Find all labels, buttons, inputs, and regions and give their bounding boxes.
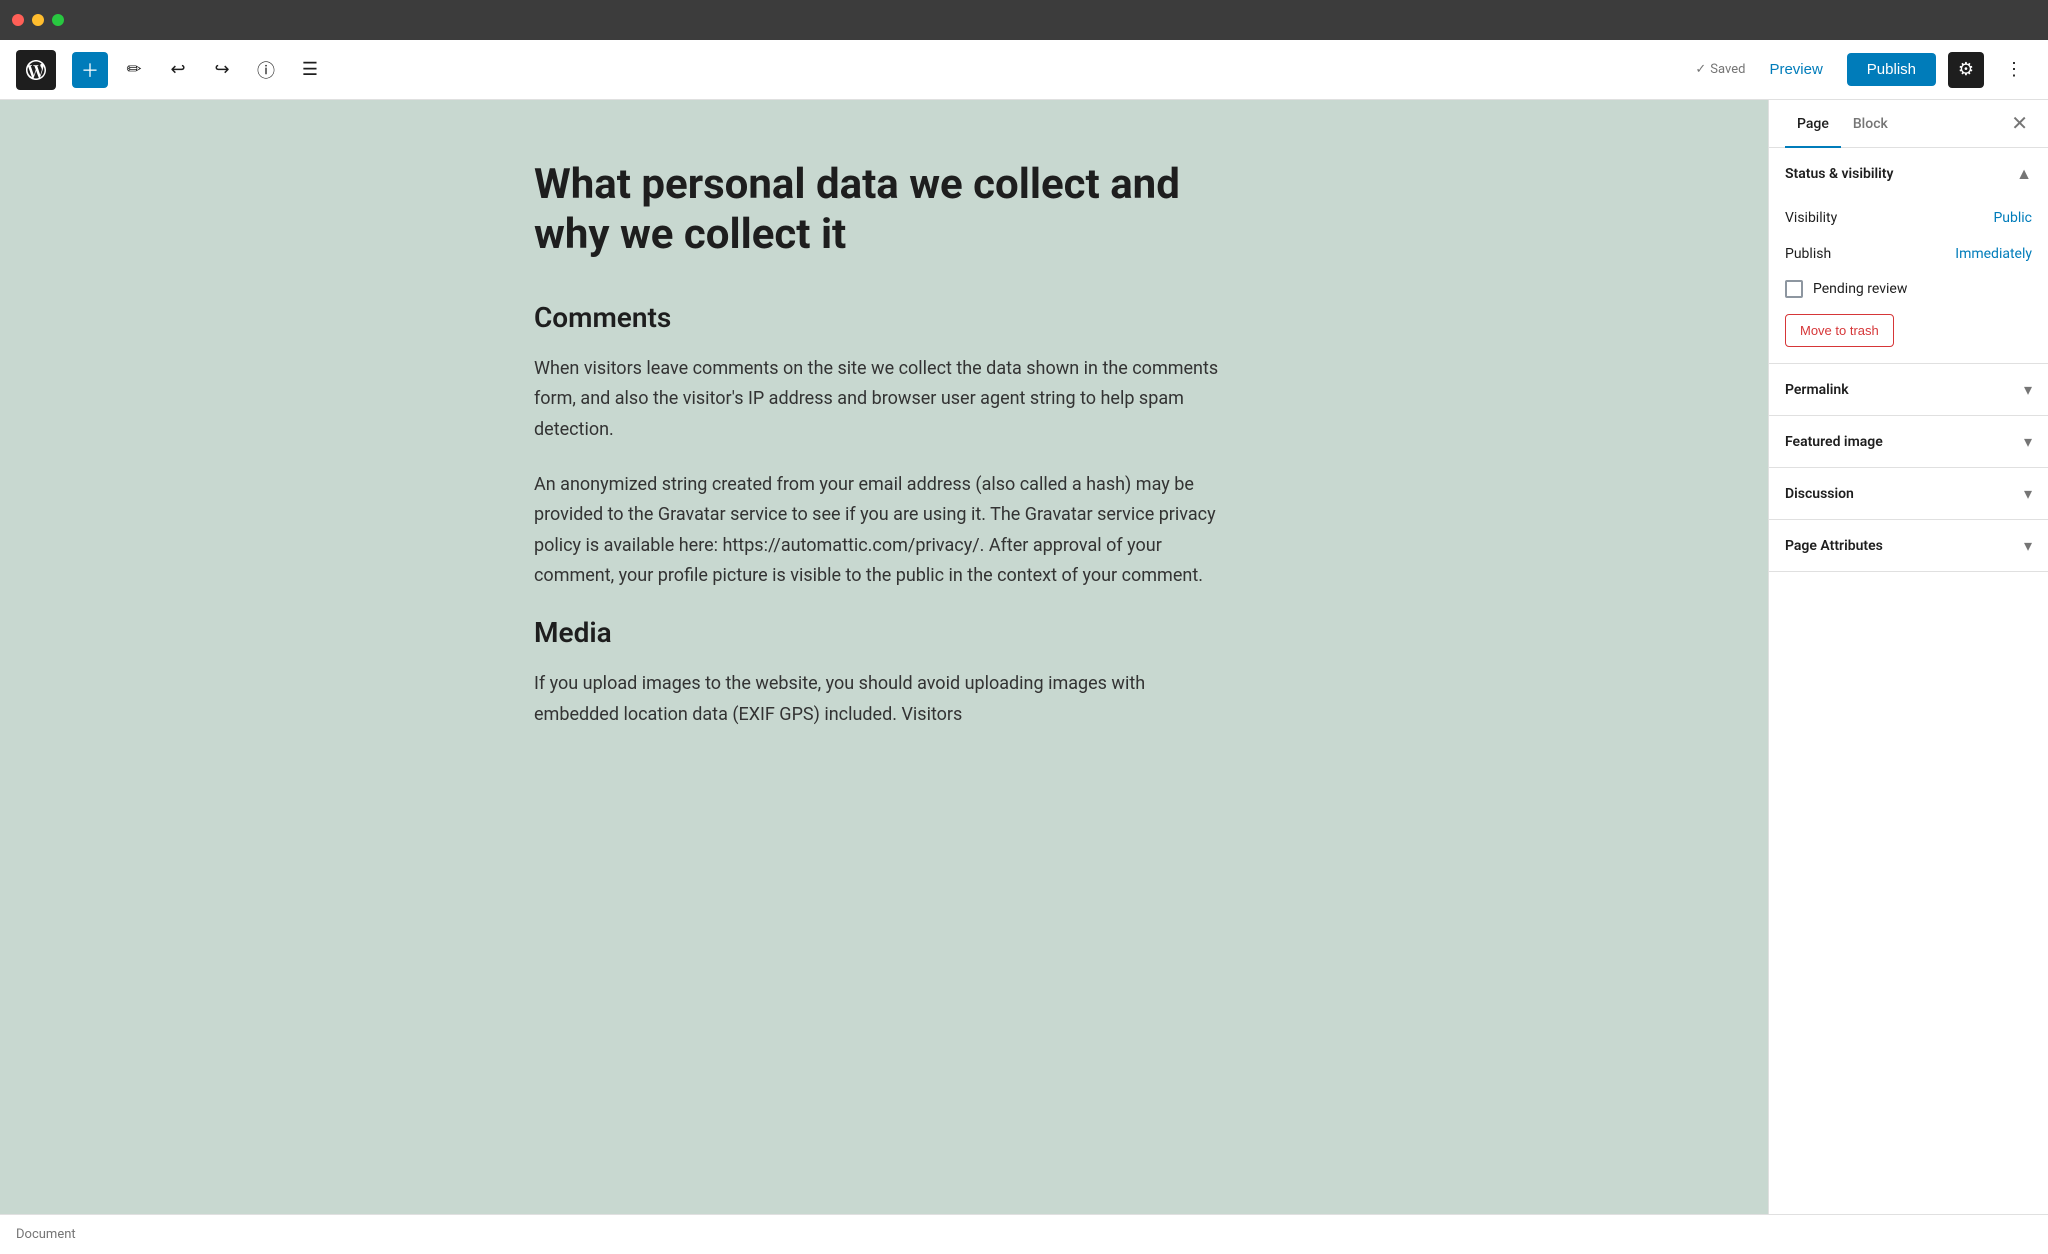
panel-permalink-title: Permalink xyxy=(1785,382,1849,398)
preview-button[interactable]: Preview xyxy=(1757,55,1834,84)
post-title[interactable]: What personal data we collect and why we… xyxy=(534,160,1234,261)
redo-icon: ↪ xyxy=(214,59,229,80)
sidebar-tabs: Page Block ✕ xyxy=(1769,100,2048,148)
visibility-row: Visibility Public xyxy=(1785,200,2032,236)
chevron-down-icon-permalink: ▾ xyxy=(2024,380,2032,399)
chevron-down-icon-attributes: ▾ xyxy=(2024,536,2032,555)
panel-page-attributes: Page Attributes ▾ xyxy=(1769,520,2048,572)
saved-indicator: ✓ Saved xyxy=(1695,62,1745,77)
panel-featured-image: Featured image ▾ xyxy=(1769,416,2048,468)
info-icon: ⓘ xyxy=(257,57,275,83)
paragraph-comments-2[interactable]: An anonymized string created from your e… xyxy=(534,470,1234,592)
status-label: Document xyxy=(16,1227,76,1242)
publish-label: Publish xyxy=(1785,246,1831,262)
panel-status-visibility-header[interactable]: Status & visibility ▲ xyxy=(1769,148,2048,200)
panel-featured-image-header[interactable]: Featured image ▾ xyxy=(1769,416,2048,467)
chevron-down-icon-featured: ▾ xyxy=(2024,432,2032,451)
section-heading-media[interactable]: Media xyxy=(534,616,1234,649)
panel-permalink: Permalink ▾ xyxy=(1769,364,2048,416)
visibility-label: Visibility xyxy=(1785,210,1837,226)
saved-text: Saved xyxy=(1710,62,1745,77)
paragraph-comments-1[interactable]: When visitors leave comments on the site… xyxy=(534,354,1234,446)
pencil-icon: ✏ xyxy=(126,59,141,80)
section-heading-comments[interactable]: Comments xyxy=(534,301,1234,334)
settings-button[interactable]: ⚙ xyxy=(1948,52,1984,88)
panel-status-visibility-body: Visibility Public Publish Immediately Pe… xyxy=(1769,200,2048,363)
paragraph-media-1[interactable]: If you upload images to the website, you… xyxy=(534,669,1234,730)
panel-page-attributes-header[interactable]: Page Attributes ▾ xyxy=(1769,520,2048,571)
editor-area[interactable]: What personal data we collect and why we… xyxy=(0,100,1768,1214)
redo-button[interactable]: ↪ xyxy=(204,52,240,88)
more-options-button[interactable]: ⋮ xyxy=(1996,52,2032,88)
panel-discussion: Discussion ▾ xyxy=(1769,468,2048,520)
status-bar: Document xyxy=(0,1214,2048,1254)
undo-button[interactable]: ↩ xyxy=(160,52,196,88)
add-block-button[interactable]: ＋ xyxy=(72,52,108,88)
close-button[interactable] xyxy=(12,14,24,26)
info-button[interactable]: ⓘ xyxy=(248,52,284,88)
pending-review-row: Pending review xyxy=(1785,272,2032,306)
tab-page[interactable]: Page xyxy=(1785,100,1841,148)
panel-page-attributes-title: Page Attributes xyxy=(1785,538,1883,554)
panel-permalink-header[interactable]: Permalink ▾ xyxy=(1769,364,2048,415)
publish-value[interactable]: Immediately xyxy=(1955,246,2032,262)
list-icon: ☰ xyxy=(302,59,318,80)
fullscreen-button[interactable] xyxy=(52,14,64,26)
tab-block[interactable]: Block xyxy=(1841,100,1900,148)
publish-button[interactable]: Publish xyxy=(1847,53,1936,86)
pending-review-label: Pending review xyxy=(1813,281,1907,297)
toolbar: ＋ ✏ ↩ ↪ ⓘ ☰ ✓ Saved Preview Publish ⚙ ⋮ xyxy=(0,40,2048,100)
title-bar xyxy=(0,0,2048,40)
panel-featured-image-title: Featured image xyxy=(1785,434,1883,450)
publish-row: Publish Immediately xyxy=(1785,236,2032,272)
sidebar-close-button[interactable]: ✕ xyxy=(2007,100,2032,147)
visibility-value[interactable]: Public xyxy=(1993,210,2032,226)
plus-icon: ＋ xyxy=(81,57,99,83)
gear-icon: ⚙ xyxy=(1958,59,1974,80)
list-view-button[interactable]: ☰ xyxy=(292,52,328,88)
editor-content: What personal data we collect and why we… xyxy=(534,160,1234,730)
chevron-up-icon: ▲ xyxy=(2016,164,2032,184)
wp-logo xyxy=(16,50,56,90)
pending-review-checkbox[interactable] xyxy=(1785,280,1803,298)
close-icon: ✕ xyxy=(2011,111,2028,136)
minimize-button[interactable] xyxy=(32,14,44,26)
panel-status-visibility-title: Status & visibility xyxy=(1785,166,1893,182)
panel-status-visibility: Status & visibility ▲ Visibility Public … xyxy=(1769,148,2048,364)
chevron-down-icon-discussion: ▾ xyxy=(2024,484,2032,503)
toolbar-right: ✓ Saved Preview Publish ⚙ ⋮ xyxy=(1695,52,2032,88)
edit-tool-button[interactable]: ✏ xyxy=(116,52,152,88)
checkmark-icon: ✓ xyxy=(1695,62,1706,77)
undo-icon: ↩ xyxy=(170,59,185,80)
main-layout: What personal data we collect and why we… xyxy=(0,100,2048,1214)
move-to-trash-button[interactable]: Move to trash xyxy=(1785,314,1894,347)
ellipsis-icon: ⋮ xyxy=(2005,59,2023,80)
sidebar: Page Block ✕ Status & visibility ▲ Visib… xyxy=(1768,100,2048,1214)
panel-discussion-header[interactable]: Discussion ▾ xyxy=(1769,468,2048,519)
panel-discussion-title: Discussion xyxy=(1785,486,1854,502)
